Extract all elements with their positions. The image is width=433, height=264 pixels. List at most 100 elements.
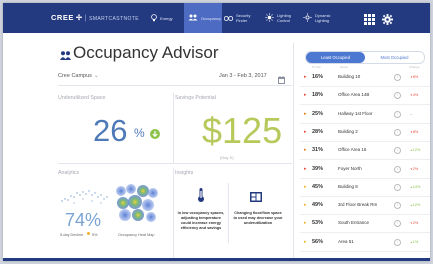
calendar-icon[interactable] [278,71,285,89]
divider [228,183,229,243]
chevron-right-icon: ▸ [304,92,307,99]
space-change: ▼2% [410,221,418,225]
binoculars-icon [223,15,234,22]
info-icon[interactable]: i [394,238,401,246]
top-navigation-bar: CREE ✢ | SMARTCASTNOTE Energy Occupancy Sec… [3,3,430,33]
space-row[interactable]: ▸ 39% Foyer North i ▼2% [300,161,430,179]
space-name: South Entrance [338,220,370,226]
insight-floorspace: Changing floor/flow space to used may de… [233,211,283,225]
legend-decline: 5-day Decline [60,233,84,237]
space-change-value: 12% [412,203,421,208]
info-icon[interactable]: i [394,220,401,228]
brand-product: SMARTCAST [89,16,124,22]
space-change-value: -- [410,111,413,116]
space-change: ▼8% [410,130,418,134]
space-change-value: 8% [412,75,419,79]
space-occupancy: 31% [312,147,324,154]
gear-icon[interactable] [382,12,393,30]
nav-occupancy[interactable]: Occupancy [184,3,222,33]
space-change: ▲1% [410,240,418,244]
legend-pct: 5% [92,233,98,237]
divider [58,163,292,164]
brand-product-suffix: NOTE [123,16,139,22]
space-name: Office Area 14B [338,92,370,98]
bulb-icon [151,13,157,23]
nav-dynamic-lighting-label: Dynamic Lighting [315,13,331,23]
info-icon[interactable]: i [394,128,401,136]
space-occupancy: 16% [312,74,324,80]
nav-energy[interactable]: Energy [151,3,181,33]
least-occupied-tab[interactable]: Least Occupied [306,52,365,63]
info-icon[interactable]: i [394,165,401,173]
occupancy-trend-sparkline [61,190,108,204]
space-change: ▼2% [410,167,418,171]
heatmap-caption: Occupancy Heat Map [118,233,155,237]
info-icon[interactable]: i [394,92,401,100]
space-name: 3rd Floor Break Rm [338,202,378,208]
space-row[interactable]: ▸ 49% 3rd Floor Break Rm i ▲12% [300,197,430,216]
chevron-right-icon: ▸ [304,220,307,227]
space-occupancy: 56% [312,238,324,245]
chevron-right-icon: ▸ [304,165,307,172]
space-row[interactable]: ▸ 16% Building 10 i ▼8% [300,69,430,87]
campus-dropdown-value: Cree Campus [58,73,92,79]
space-occupancy: 45% [312,183,324,190]
nav-security-finder[interactable]: Security Finder [223,3,260,33]
chevron-right-icon: ▸ [304,110,307,117]
space-change-value: 14% [412,184,421,189]
cree-leaf-icon: ✢ [75,13,83,22]
space-change-value: 2% [412,166,419,171]
sun-adjust-icon [303,13,312,23]
occupancy-heatmap[interactable] [115,183,160,228]
info-icon[interactable]: i [394,110,401,118]
floorplan-icon [250,189,262,207]
underutilized-value: 26 [93,113,128,148]
nav-dynamic-lighting[interactable]: Dynamic Lighting [303,3,337,33]
nav-lighting-control[interactable]: Lighting Control [265,3,299,33]
info-icon[interactable]: i [394,202,401,210]
space-change-value: 1% [412,239,419,244]
space-occupancy: 25% [312,110,324,117]
chevron-right-icon: ▸ [304,128,307,135]
space-change: ▼8% [410,75,418,79]
space-row[interactable]: ▸ 28% Building 2 i ▼8% [300,124,430,142]
space-change: -- [410,112,413,116]
space-change: ▲12% [410,203,420,207]
occupancy-sort-toggle[interactable]: Least Occupied Most Occupied [305,51,425,64]
chevron-down-icon: ⌄ [93,73,99,79]
space-name: Building 2 [338,128,358,134]
campus-dropdown[interactable]: Cree Campus ⌄ [58,73,99,79]
space-name: Office Area 16 [338,147,367,153]
insight-temperature: In low occupancy spaces, adjusting tempe… [177,211,225,230]
space-row[interactable]: ▸ 31% Office Area 16 i ▲12% [300,142,430,161]
date-range[interactable]: Jan 3 - Feb 3, 2017 [219,73,267,79]
analytics-value: 74% [65,210,102,230]
space-name: Foyer North [338,165,362,171]
apps-grid-icon[interactable] [364,12,375,30]
space-row[interactable]: ▸ 45% Building 8 i ▲14% [300,179,430,197]
space-occupancy: 18% [312,92,324,99]
space-change: ▲14% [410,185,420,189]
space-name: Hallway 1st Floor [338,110,373,116]
space-change: ▲12% [410,148,420,152]
info-icon[interactable]: i [394,183,401,191]
space-occupancy: 53% [312,220,324,227]
savings-value: $125 [202,110,283,151]
arrow-down-icon [150,126,160,144]
insights-label: Insights [175,170,194,176]
space-row[interactable]: ▸ 56% Area 51 i ▲1% [300,234,430,252]
divider [58,85,292,86]
chevron-right-icon: ▸ [304,202,307,209]
space-row[interactable]: ▸ 18% Office Area 14B i ▼4% [300,87,430,106]
space-row[interactable]: ▸ 53% South Entrance i ▼2% [300,215,430,234]
most-occupied-tab[interactable]: Most Occupied [365,52,424,63]
space-change-value: 8% [412,129,419,134]
space-occupancy: 39% [312,165,324,172]
sun-icon [265,13,274,23]
info-icon[interactable]: i [394,74,401,81]
chevron-right-icon: ▸ [304,147,307,154]
brand-logo[interactable]: CREE ✢ | SMARTCASTNOTE [51,13,139,22]
space-row[interactable]: ▸ 25% Hallway 1st Floor i -- [300,106,430,124]
space-occupancy: 28% [312,128,324,135]
info-icon[interactable]: i [394,147,401,155]
